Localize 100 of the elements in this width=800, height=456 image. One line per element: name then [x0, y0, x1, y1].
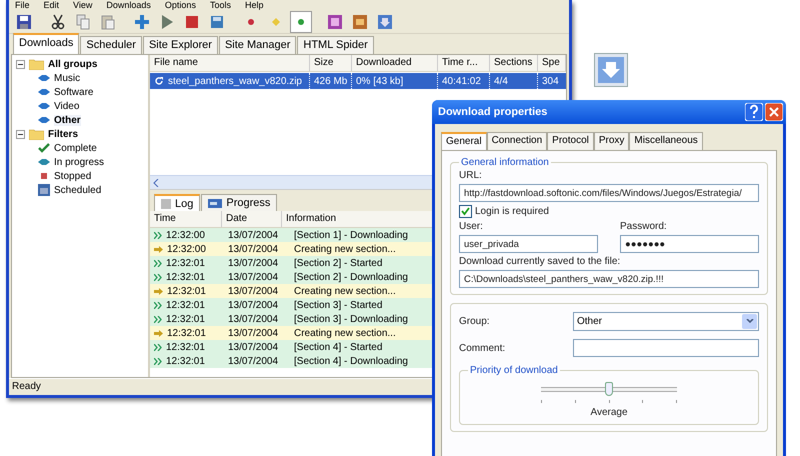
column-header[interactable]: Time r...: [438, 55, 490, 71]
field-label: URL:: [459, 170, 483, 181]
url-field[interactable]: http://fastdownload.softonic.com/files/Windows/Juegos/Estrategia/: [459, 184, 759, 202]
table-cell: [Section 1] - Downloading: [294, 230, 408, 240]
table-cell-text: 13/07/2004: [227, 230, 280, 240]
slider-thumb[interactable]: [605, 382, 613, 396]
stop-icon: [38, 172, 50, 180]
tab[interactable]: Log: [154, 194, 200, 211]
field-label: Group:: [459, 316, 490, 327]
tab[interactable]: Proxy: [594, 132, 630, 150]
folder-icon: [29, 128, 44, 140]
table-cell: Creating new section...: [294, 244, 396, 254]
table-cell: 12:32:01: [166, 300, 205, 310]
table-cell: 12:32:00: [167, 244, 206, 254]
table-cell-text: 13/07/2004: [227, 300, 280, 310]
tab[interactable]: Downloads: [13, 33, 80, 54]
table-cell-text: 13/07/2004: [227, 356, 280, 366]
tab[interactable]: Site Manager: [218, 36, 296, 54]
tree-item[interactable]: Complete: [54, 142, 97, 154]
tree-item[interactable]: Software: [54, 86, 94, 98]
table-cell: steel_panthers_waw_v820.zip: [168, 76, 302, 86]
arrow-icon: [154, 288, 163, 294]
menu-item[interactable]: Downloads: [106, 0, 151, 11]
menu-item[interactable]: View: [73, 0, 92, 11]
calendar-icon: [38, 184, 50, 196]
menu-item[interactable]: Edit: [44, 0, 60, 11]
password-field[interactable]: ●●●●●●●: [620, 235, 759, 253]
file-path-field[interactable]: C:\Downloads\steel_panthers_waw_v820.zip.!!!: [459, 270, 759, 288]
double-chevron-icon: [154, 344, 162, 350]
column-header[interactable]: Downloaded: [352, 55, 438, 71]
collapse-toggle[interactable]: [16, 130, 25, 138]
download-icon[interactable]: [377, 14, 393, 30]
column-header[interactable]: Time: [150, 211, 222, 227]
table-cell-text: 13/07/2004: [227, 258, 280, 268]
folder-icon: [29, 58, 44, 70]
checkbox[interactable]: [459, 205, 472, 218]
comment-field[interactable]: [573, 339, 759, 357]
tree-item[interactable]: Other: [54, 114, 81, 126]
group-title: General information: [460, 157, 550, 168]
double-chevron-icon: [154, 260, 162, 266]
table-cell-text: 13/07/2004: [227, 314, 280, 324]
menu-item[interactable]: Options: [164, 0, 196, 11]
tab[interactable]: Scheduler: [80, 36, 142, 54]
play-icon[interactable]: [159, 14, 175, 30]
user-field[interactable]: user_privada: [459, 235, 598, 253]
double-chevron-icon: [154, 302, 162, 308]
table-cell-text: 13/07/2004: [227, 286, 280, 296]
menu-item[interactable]: Tools: [210, 0, 231, 11]
menu-item[interactable]: File: [15, 0, 30, 11]
copy-icon[interactable]: [75, 14, 91, 30]
column-header[interactable]: Size: [310, 55, 352, 71]
table-cell: [Section 3] - Started: [294, 300, 382, 310]
tree-item[interactable]: Filters: [48, 128, 78, 140]
double-chevron-icon: [154, 274, 162, 280]
group-title: Priority of download: [469, 365, 559, 376]
column-header[interactable]: Date: [222, 211, 282, 227]
tree-item[interactable]: All groups: [48, 58, 98, 70]
tree-item[interactable]: Video: [54, 100, 80, 112]
save-icon[interactable]: [16, 14, 32, 30]
table-cell: 304: [542, 76, 559, 86]
paste-icon[interactable]: [100, 14, 116, 30]
table-cell: 4/4: [494, 76, 508, 86]
diamond-icon: [38, 158, 50, 166]
archive-icon[interactable]: [352, 14, 368, 30]
check-icon: [38, 143, 50, 153]
dialog-title: Download properties: [438, 106, 548, 118]
field-label: Password:: [620, 221, 668, 232]
column-header[interactable]: Spe: [538, 55, 566, 71]
window-icon[interactable]: [327, 14, 343, 30]
tab[interactable]: HTML Spider: [297, 36, 374, 54]
table-cell-text: 13/07/2004: [227, 244, 280, 254]
table-cell: 40:41:02: [442, 76, 481, 86]
help-icon[interactable]: [745, 103, 763, 121]
tab[interactable]: Connection: [486, 132, 548, 150]
plus-icon[interactable]: [134, 14, 150, 30]
column-header[interactable]: Sections: [490, 55, 538, 71]
group-dropdown[interactable]: Other: [573, 312, 759, 331]
collapse-toggle[interactable]: [16, 60, 25, 68]
close-icon[interactable]: [765, 103, 783, 121]
tab[interactable]: Protocol: [547, 132, 594, 150]
table-cell: Creating new section...: [294, 286, 396, 296]
stop-icon[interactable]: [184, 14, 200, 30]
tab[interactable]: Site Explorer: [142, 36, 218, 54]
column-header[interactable]: File name: [150, 55, 310, 71]
file-row[interactable]: steel_panthers_waw_v820.zip 426 Mb 0% [43 kb] 40:41:02 4/4 304: [150, 73, 566, 89]
table-cell: 12:32:00: [166, 230, 205, 240]
table-cell-text: 13/07/2004: [227, 342, 280, 352]
table-cell: [Section 2] - Downloading: [294, 272, 408, 282]
tree-item[interactable]: Stopped: [54, 170, 92, 182]
table-cell: Creating new section...: [294, 328, 396, 338]
chevron-left-icon[interactable]: [153, 178, 159, 186]
cut-icon[interactable]: [50, 14, 66, 30]
tab[interactable]: General: [441, 132, 487, 150]
tab[interactable]: Progress: [201, 194, 278, 211]
double-chevron-icon: [154, 316, 162, 322]
tab[interactable]: Miscellaneous: [629, 132, 703, 150]
tree-item[interactable]: Music: [54, 72, 80, 84]
menu-item[interactable]: Help: [244, 0, 264, 11]
tree-item[interactable]: Scheduled: [54, 184, 102, 196]
tree-item[interactable]: In progress: [54, 156, 104, 168]
